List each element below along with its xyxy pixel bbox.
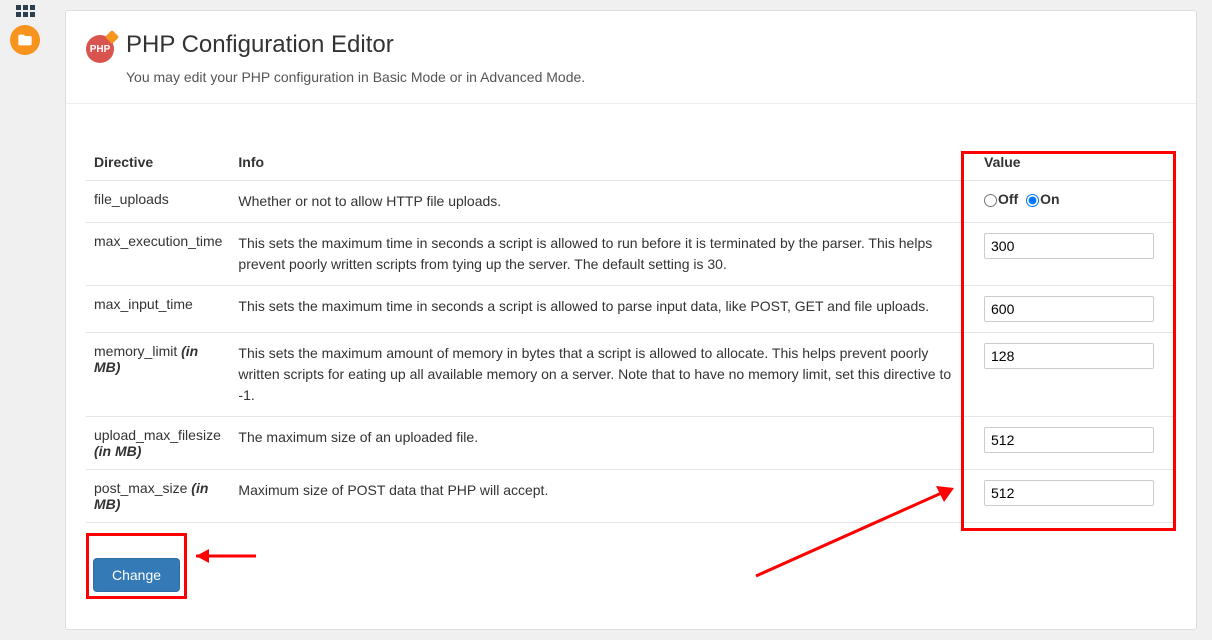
change-button-highlight: Change	[86, 533, 187, 599]
directive-name: max_input_time	[94, 296, 193, 312]
directive-cell: file_uploads	[86, 181, 230, 223]
page-title: PHP Configuration Editor	[126, 31, 394, 59]
info-cell: This sets the maximum amount of memory i…	[230, 333, 976, 417]
page-subtitle: You may edit your PHP configuration in B…	[126, 69, 1176, 85]
radio-off[interactable]	[984, 194, 997, 207]
value-input[interactable]	[984, 233, 1154, 259]
directive-unit: (in MB)	[94, 443, 141, 459]
radio-on-label: On	[1040, 191, 1059, 207]
php-icon: PHP	[86, 35, 114, 63]
info-cell: The maximum size of an uploaded file.	[230, 417, 976, 470]
directive-cell: memory_limit (in MB)	[86, 333, 230, 417]
table-row: post_max_size (in MB)Maximum size of POS…	[86, 470, 1176, 523]
info-cell: Maximum size of POST data that PHP will …	[230, 470, 976, 523]
table-row: file_uploads Whether or not to allow HTTP…	[86, 181, 1176, 223]
arrow-to-change-button	[181, 541, 261, 571]
value-cell	[976, 223, 1176, 286]
directive-name: post_max_size	[94, 480, 187, 496]
col-value: Value	[976, 144, 1176, 181]
table-row: memory_limit (in MB)This sets the maximu…	[86, 333, 1176, 417]
col-directive: Directive	[86, 144, 230, 181]
table-row: max_execution_time This sets the maximum …	[86, 223, 1176, 286]
value-cell	[976, 417, 1176, 470]
col-info: Info	[230, 144, 976, 181]
directive-name: file_uploads	[94, 191, 169, 207]
change-button[interactable]: Change	[93, 558, 180, 592]
directive-cell: upload_max_filesize (in MB)	[86, 417, 230, 470]
table-row: max_input_time This sets the maximum time…	[86, 286, 1176, 333]
info-cell: Whether or not to allow HTTP file upload…	[230, 181, 976, 223]
value-input[interactable]	[984, 296, 1154, 322]
value-cell	[976, 286, 1176, 333]
php-config-panel: PHP PHP Configuration Editor You may edi…	[65, 10, 1197, 630]
directive-name: memory_limit	[94, 343, 177, 359]
directive-name: max_execution_time	[94, 233, 222, 249]
value-input[interactable]	[984, 427, 1154, 453]
info-cell: This sets the maximum time in seconds a …	[230, 223, 976, 286]
directive-cell: post_max_size (in MB)	[86, 470, 230, 523]
value-cell	[976, 470, 1176, 523]
edit-badge-icon	[105, 30, 119, 44]
value-input[interactable]	[984, 343, 1154, 369]
value-cell: Off On	[976, 181, 1176, 223]
config-table: Directive Info Value file_uploads Whether…	[86, 144, 1176, 523]
radio-on[interactable]	[1026, 194, 1039, 207]
divider	[66, 103, 1196, 104]
directive-cell: max_execution_time	[86, 223, 230, 286]
file-manager-icon[interactable]	[10, 25, 40, 55]
table-row: upload_max_filesize (in MB)The maximum s…	[86, 417, 1176, 470]
value-input[interactable]	[984, 480, 1154, 506]
value-cell	[976, 333, 1176, 417]
directive-name: upload_max_filesize	[94, 427, 221, 443]
directive-cell: max_input_time	[86, 286, 230, 333]
apps-grid-icon[interactable]	[16, 5, 35, 17]
sidebar	[0, 0, 50, 640]
info-cell: This sets the maximum time in seconds a …	[230, 286, 976, 333]
radio-off-label: Off	[998, 191, 1018, 207]
